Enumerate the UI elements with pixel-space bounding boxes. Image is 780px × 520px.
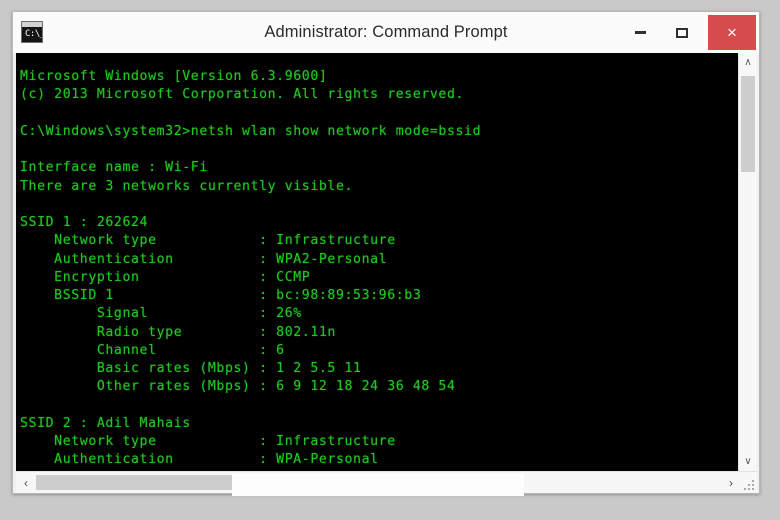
console-output-pane[interactable]: Microsoft Windows [Version 6.3.9600] (c)… (16, 53, 738, 471)
close-button[interactable]: × (708, 15, 756, 50)
scroll-right-button[interactable]: › (721, 472, 741, 493)
icon-prompt-glyph: C:\_ (25, 29, 43, 39)
window-controls: × (620, 12, 759, 53)
maximize-button[interactable] (661, 12, 702, 53)
scroll-left-button[interactable]: ‹ (16, 472, 36, 493)
icon-title-strip (22, 22, 42, 27)
console-area: Microsoft Windows [Version 6.3.9600] (c)… (13, 53, 759, 493)
close-icon: × (727, 23, 737, 42)
scroll-up-button[interactable]: ∧ (739, 53, 757, 72)
minimize-button[interactable] (620, 12, 661, 53)
console-output-text: Microsoft Windows [Version 6.3.9600] (c)… (20, 69, 482, 471)
minimize-icon (635, 31, 646, 34)
title-bar[interactable]: C:\_ Administrator: Command Prompt × (13, 12, 759, 53)
resize-grip[interactable] (741, 472, 757, 493)
command-prompt-window: C:\_ Administrator: Command Prompt × Mic… (12, 11, 760, 494)
vertical-scroll-thumb[interactable] (741, 76, 755, 172)
vertical-scroll-track[interactable] (739, 72, 757, 452)
command-prompt-icon: C:\_ (21, 21, 43, 43)
maximize-icon (675, 27, 688, 38)
scroll-down-button[interactable]: ∨ (739, 452, 757, 471)
vertical-scrollbar[interactable]: ∧ ∨ (738, 53, 757, 471)
screenshot-artifact (232, 474, 524, 496)
console-row: Microsoft Windows [Version 6.3.9600] (c)… (16, 53, 757, 471)
